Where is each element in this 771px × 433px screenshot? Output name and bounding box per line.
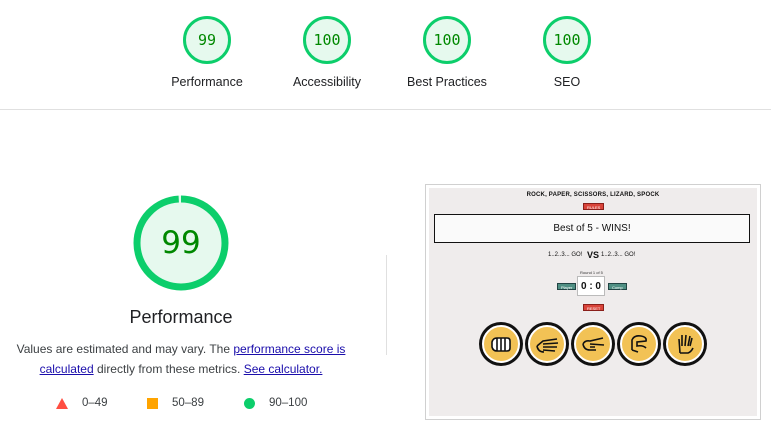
legend-average-label: 50–89 bbox=[172, 397, 204, 409]
performance-label: Performance bbox=[171, 75, 243, 89]
square-icon bbox=[147, 397, 158, 409]
performance-main-gauge: 99 bbox=[131, 193, 231, 293]
performance-main-score: 99 bbox=[161, 225, 201, 261]
accessibility-score-gauge: 100 bbox=[303, 16, 351, 64]
performance-score-gauge: 99 bbox=[183, 16, 231, 64]
category-accessibility[interactable]: 100 Accessibility bbox=[267, 16, 387, 89]
best-practices-score-gauge: 100 bbox=[423, 16, 471, 64]
legend-fail-label: 0–49 bbox=[82, 397, 108, 409]
computer-tag: Comp bbox=[608, 283, 627, 290]
category-summary-bar: 99 Performance 100 Accessibility 100 Bes… bbox=[0, 0, 771, 110]
computer-countdown: 1..2..3... GO! bbox=[601, 252, 636, 258]
category-performance[interactable]: 99 Performance bbox=[147, 16, 267, 89]
screenshot-canvas: ROCK, PAPER, SCISSORS, LIZARD, SPOCK RUL… bbox=[429, 188, 757, 416]
desc-middle: directly from these metrics. bbox=[93, 362, 244, 376]
legend-pass: 90–100 bbox=[244, 397, 307, 409]
circle-icon bbox=[244, 397, 255, 409]
paper-hand-icon bbox=[525, 322, 569, 366]
triangle-icon bbox=[56, 397, 68, 409]
scissors-hand-icon bbox=[571, 322, 615, 366]
lizard-hand-icon bbox=[617, 322, 661, 366]
best-practices-label: Best Practices bbox=[407, 75, 487, 89]
wins-banner: Best of 5 - WINS! bbox=[434, 214, 750, 243]
rules-button: RULES bbox=[583, 203, 605, 210]
seo-label: SEO bbox=[553, 75, 581, 89]
vs-label: VS bbox=[587, 250, 600, 260]
round-label: Round 1 of 5 bbox=[580, 270, 603, 275]
seo-score-gauge: 100 bbox=[543, 16, 591, 64]
category-best-practices[interactable]: 100 Best Practices bbox=[387, 16, 507, 89]
reset-button: RESET bbox=[583, 304, 605, 311]
score-display: 0 : 0 bbox=[577, 276, 605, 296]
accessibility-label: Accessibility bbox=[292, 75, 362, 89]
see-calculator-link[interactable]: See calculator. bbox=[244, 362, 323, 376]
section-divider bbox=[386, 255, 387, 355]
performance-title: Performance bbox=[129, 307, 233, 327]
rock-hand-icon bbox=[479, 322, 523, 366]
desc-prefix: Values are estimated and may vary. The bbox=[16, 342, 234, 356]
player-countdown: 1..2..3... GO! bbox=[548, 252, 583, 258]
category-seo[interactable]: 100 SEO bbox=[507, 16, 627, 89]
spock-hand-icon bbox=[663, 322, 707, 366]
final-screenshot[interactable]: ROCK, PAPER, SCISSORS, LIZARD, SPOCK RUL… bbox=[425, 184, 761, 420]
player-tag: Player bbox=[557, 283, 577, 290]
legend-fail: 0–49 bbox=[56, 397, 108, 409]
legend-average: 50–89 bbox=[147, 397, 204, 409]
game-title: ROCK, PAPER, SCISSORS, LIZARD, SPOCK bbox=[526, 192, 660, 198]
performance-description: Values are estimated and may vary. The p… bbox=[8, 339, 354, 379]
legend-pass-label: 90–100 bbox=[269, 397, 308, 409]
